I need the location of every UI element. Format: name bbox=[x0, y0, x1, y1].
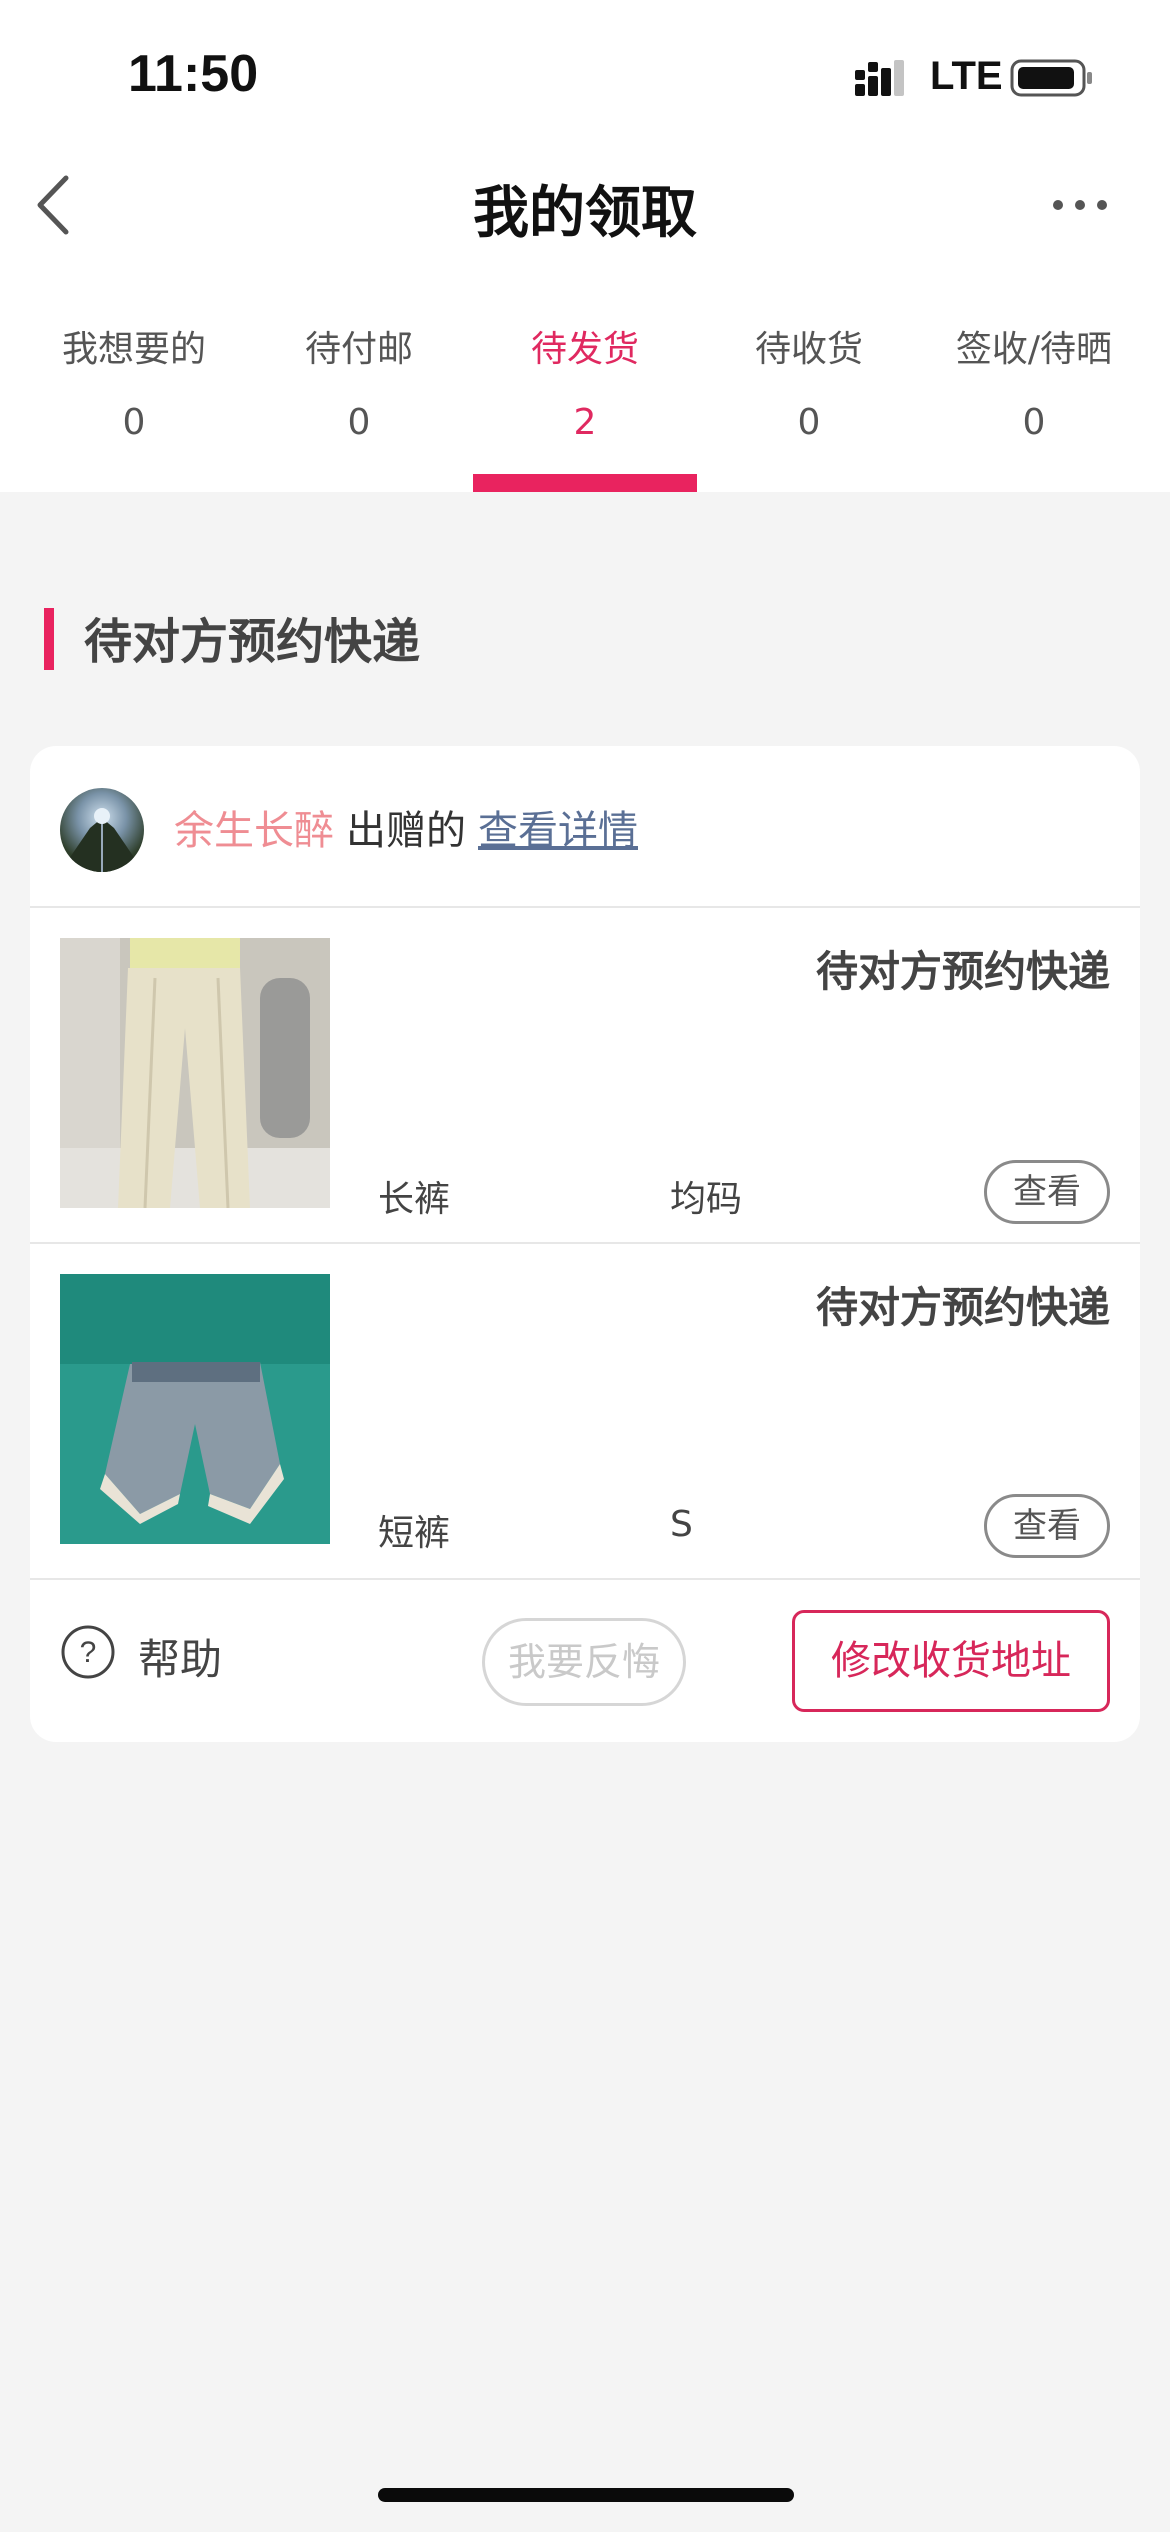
avatar-image bbox=[60, 808, 144, 872]
divider bbox=[30, 1578, 1140, 1580]
item-status: 待对方预约快递 bbox=[815, 947, 1110, 996]
item-image-trousers[interactable] bbox=[60, 938, 330, 1208]
tab-label: 待收货 bbox=[754, 329, 863, 370]
section-accent-bar bbox=[44, 608, 54, 670]
help-icon[interactable]: ? bbox=[60, 1624, 116, 1680]
item-size: 均码 bbox=[670, 1179, 743, 1220]
divider bbox=[30, 906, 1140, 908]
home-indicator[interactable] bbox=[378, 2488, 794, 2502]
battery-icon bbox=[1010, 59, 1092, 97]
donor-suffix: 出赠的 bbox=[346, 808, 466, 854]
tab-pending-shipment[interactable]: 待发货 2 bbox=[473, 320, 697, 492]
view-item-button[interactable]: 查看 bbox=[984, 1494, 1110, 1558]
tab-signed-showcase[interactable]: 签收/待晒 0 bbox=[922, 320, 1146, 492]
order-card: 余生长醉 出赠的 查看详情 待对方预约快递 长裤 均码 查看 待对方预约快递 短裤 bbox=[30, 746, 1140, 1742]
item-name: 长裤 bbox=[378, 1179, 451, 1220]
shorts-photo bbox=[60, 1274, 330, 1544]
donor-avatar[interactable] bbox=[60, 788, 144, 872]
item-status: 待对方预约快递 bbox=[815, 1283, 1110, 1332]
tab-label: 我想要的 bbox=[61, 329, 206, 370]
regret-button[interactable]: 我要反悔 bbox=[482, 1618, 686, 1706]
tab-label: 签收/待晒 bbox=[955, 329, 1113, 370]
page-title: 我的领取 bbox=[473, 181, 697, 246]
tab-label: 待付邮 bbox=[304, 329, 413, 370]
status-time: 11:50 bbox=[128, 45, 259, 103]
view-item-button[interactable]: 查看 bbox=[984, 1160, 1110, 1224]
tab-count: 0 bbox=[797, 402, 821, 443]
edit-address-button[interactable]: 修改收货地址 bbox=[792, 1610, 1110, 1712]
tab-label: 待发货 bbox=[530, 329, 639, 370]
item-name: 短裤 bbox=[378, 1513, 451, 1554]
donor-name[interactable]: 余生长醉 bbox=[174, 808, 334, 854]
divider bbox=[30, 1242, 1140, 1244]
header-area: 11:50 LTE 我的领取 我想要的 0 待付邮 0 待发货 2 待收货 0 … bbox=[0, 0, 1170, 492]
more-options-button[interactable] bbox=[1050, 190, 1110, 220]
view-details-link[interactable]: 查看详情 bbox=[478, 808, 638, 854]
active-tab-indicator bbox=[473, 474, 697, 492]
section-title: 待对方预约快递 bbox=[84, 614, 421, 670]
tab-count: 0 bbox=[122, 402, 146, 443]
help-label[interactable]: 帮助 bbox=[138, 1626, 222, 1687]
cellular-signal-icon bbox=[855, 60, 904, 96]
donor-line: 余生长醉 出赠的 查看详情 bbox=[174, 798, 638, 856]
item-image-shorts[interactable] bbox=[60, 1274, 330, 1544]
tab-pending-postage[interactable]: 待付邮 0 bbox=[247, 320, 471, 492]
tab-count: 2 bbox=[573, 402, 597, 443]
item-size: S bbox=[670, 1504, 693, 1545]
tab-count: 0 bbox=[347, 402, 371, 443]
tab-count: 0 bbox=[1022, 402, 1046, 443]
tab-pending-receipt[interactable]: 待收货 0 bbox=[697, 320, 921, 492]
tab-wanted[interactable]: 我想要的 0 bbox=[22, 320, 246, 492]
network-type: LTE bbox=[930, 54, 1003, 98]
svg-text:?: ? bbox=[80, 1636, 97, 1669]
trousers-photo bbox=[60, 938, 330, 1208]
